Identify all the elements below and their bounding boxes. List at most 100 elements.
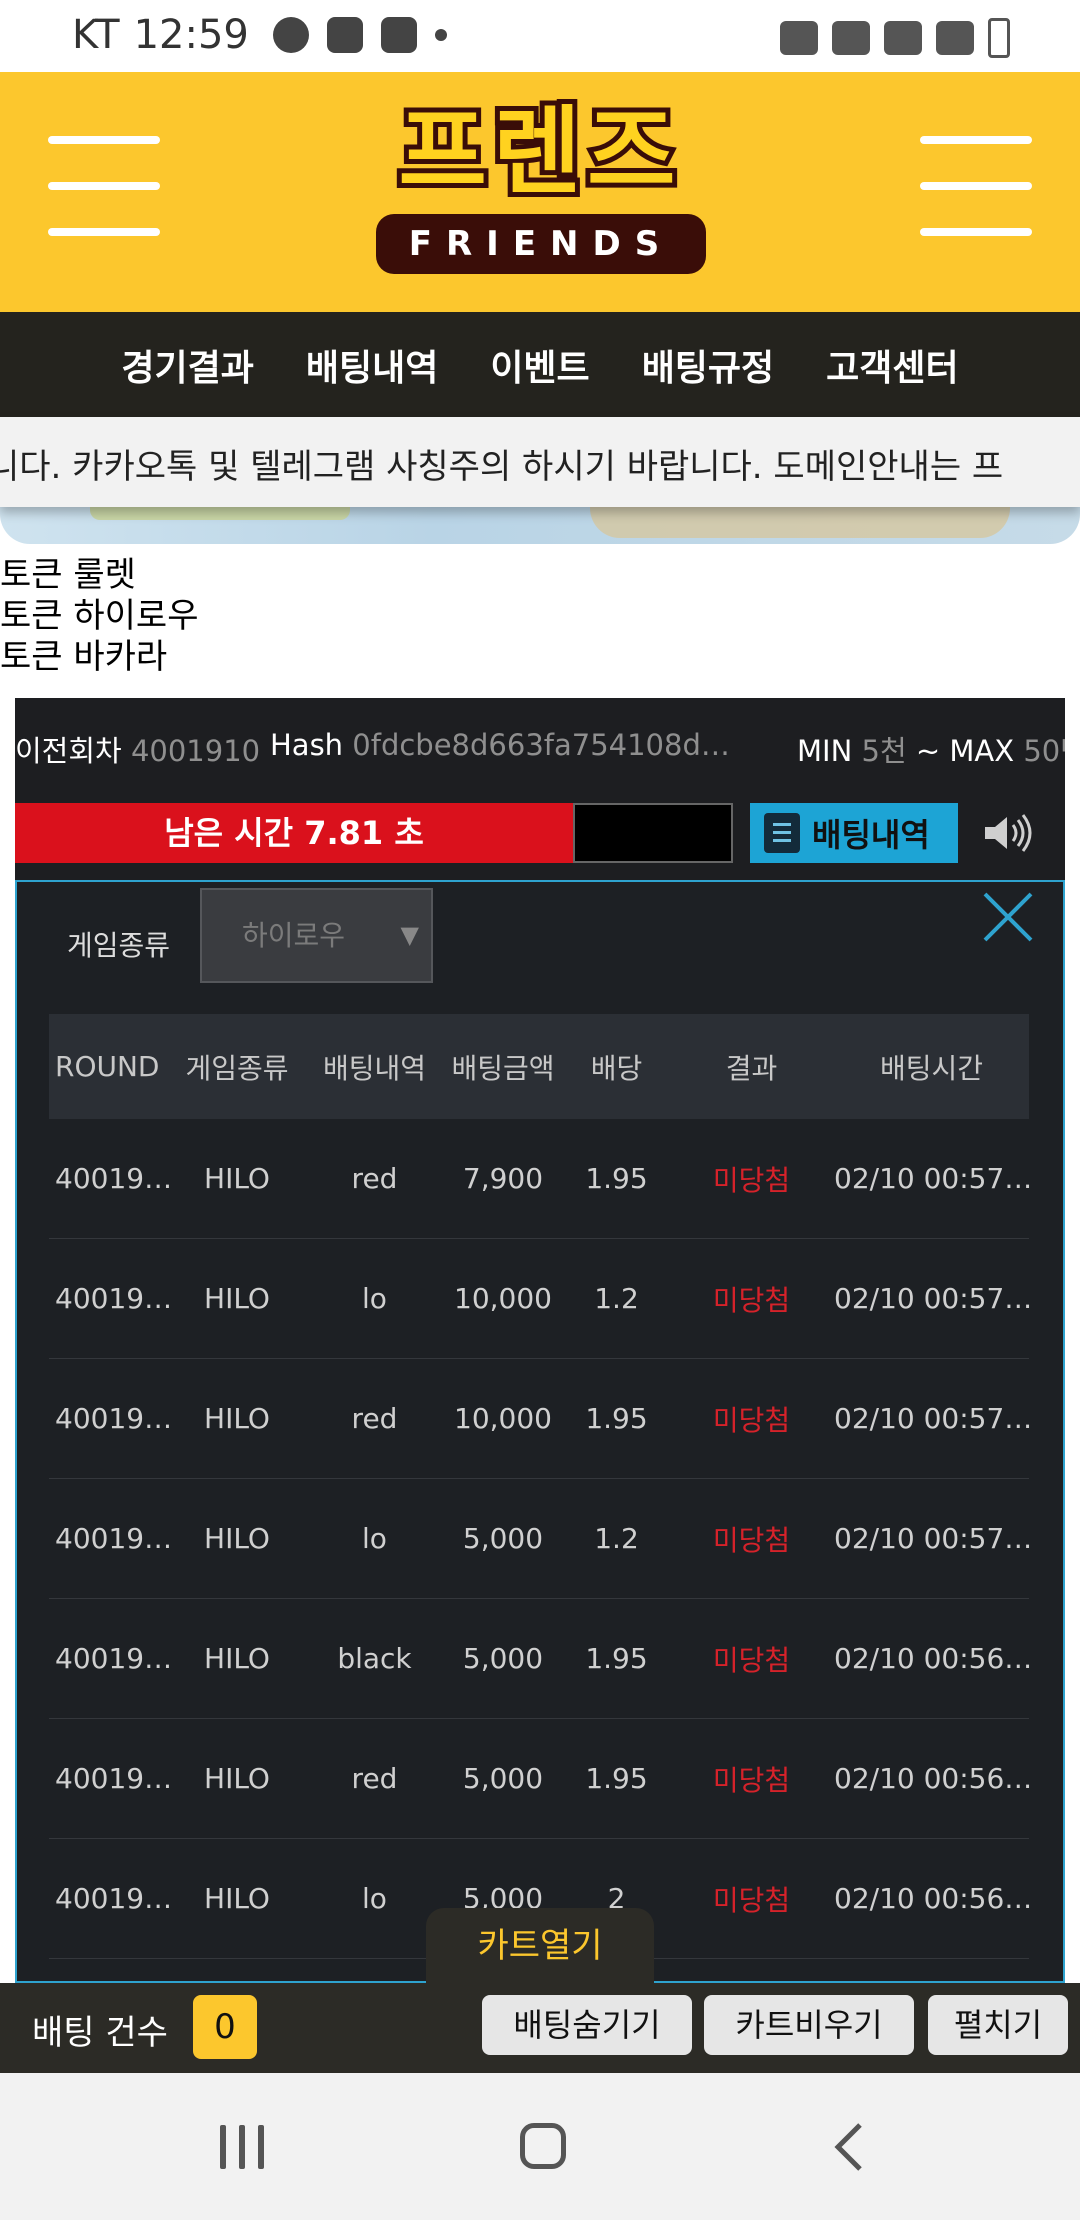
cell-odds: 1.95 [585,1642,648,1675]
logo-english: FRIENDS [376,214,706,274]
col-result: 결과 [725,1051,778,1085]
cell-bet-time: 02/10 00:56… [834,1642,1033,1675]
cell-bet-pick: lo [362,1282,387,1315]
nav-bet-rules[interactable]: 배팅규정 [642,339,774,391]
prev-round: 이전회차 4001910 [15,728,260,770]
cell-game-type: HILO [204,1402,270,1435]
site-logo[interactable]: 프렌즈 FRIENDS [358,91,722,277]
cell-odds: 1.95 [585,1402,648,1435]
mute-icon [780,21,818,55]
home-icon[interactable] [520,2123,566,2169]
signal-icon [936,21,974,55]
limit-separator: ~ [915,734,941,768]
max-label: MAX [949,734,1015,768]
cell-bet-pick: lo [362,1882,387,1915]
col-odds: 배당 [590,1051,643,1085]
timer-row: 남은 시간 7.81 초 배팅내역 [15,803,1065,863]
cell-round: 40019… [55,1162,173,1195]
hide-bets-button[interactable]: 배팅숨기기 [482,1995,692,2055]
cell-bet-amount: 7,900 [462,1162,544,1195]
nav-events[interactable]: 이벤트 [490,339,589,391]
cell-round: 40019… [55,1762,173,1795]
nav-bet-history[interactable]: 배팅내역 [306,339,438,391]
cell-odds: 1.95 [585,1762,648,1795]
left-menu-button[interactable] [48,136,160,236]
cell-game-type: HILO [204,1162,270,1195]
cell-result: 미당첨 [712,1763,791,1797]
max-value: 50만 [1023,734,1065,768]
clear-cart-button[interactable]: 카트비우기 [704,1995,914,2055]
expand-button[interactable]: 펼치기 [928,1995,1068,2055]
bet-history-button[interactable]: 배팅내역 [750,803,958,863]
cell-result: 미당첨 [712,1883,791,1917]
cell-game-type: HILO [204,1762,270,1795]
nav-customer-center[interactable]: 고객센터 [826,339,958,391]
timer-progress-track [573,803,733,863]
col-bet-amount: 배팅금액 [451,1051,555,1085]
clock: 12:59 [133,12,249,58]
bet-history-panel: 게임종류 하이로우 ▼ ROUND 게임종류 배팅내역 배팅금액 배당 결과 배… [15,880,1065,1983]
game-panel: 이전회차 4001910 Hash 0fdcbe8d663fa754108d2…… [15,698,1065,1983]
status-bar: KT 12:59 [0,0,1080,72]
prev-round-label: 이전회차 [15,734,122,768]
carrier: KT [72,12,120,58]
table-row: 40019… HILO lo 5,000 1.2 미당첨 02/10 00:57… [49,1479,1033,1599]
dropdown-arrow-icon: ▼ [400,921,419,949]
gallery-icon [326,17,363,53]
bet-count-label: 배팅 건수 [32,2013,168,2053]
bet-history-table: ROUND 게임종류 배팅내역 배팅금액 배당 결과 배팅시간 40019… HI… [49,1014,1033,1959]
col-bet-time: 배팅시간 [879,1051,984,1085]
bet-limits: MIN 5천 ~ MAX 50만 [797,728,1065,770]
remaining-time: 남은 시간 7.81 초 [15,803,573,863]
bet-slip-bar: 배팅 건수 0 배팅숨기기 카트비우기 펼치기 [0,1983,1080,2073]
cell-game-type: HILO [204,1282,270,1315]
nav-game-results[interactable]: 경기결과 [121,339,253,391]
speaker-icon[interactable] [983,813,1033,853]
cell-round: 40019… [55,1522,173,1555]
cell-result: 미당첨 [712,1283,791,1317]
link-token-hilo[interactable]: 토큰 하이로우 [0,596,199,637]
link-token-baccarat[interactable]: 토큰 바카라 [0,637,199,678]
table-body: 40019… HILO red 7,900 1.95 미당첨 02/10 00:57… 400… [49,1119,1033,1959]
table-header: ROUND 게임종류 배팅내역 배팅금액 배당 결과 배팅시간 [49,1014,1029,1119]
status-left: KT 12:59 [72,12,447,58]
round-info-row: 이전회차 4001910 Hash 0fdcbe8d663fa754108d2…… [15,728,1065,778]
recent-apps-icon[interactable] [220,2125,264,2169]
b-app-icon [380,17,417,53]
bet-history-button-label: 배팅내역 [812,816,930,854]
cell-game-type: HILO [204,1522,270,1555]
prev-round-value: 4001910 [130,734,261,768]
hd-icon [884,21,922,55]
min-label: MIN [797,734,853,768]
cell-bet-amount: 10,000 [454,1282,552,1315]
right-menu-button[interactable] [920,136,1032,236]
close-icon[interactable] [981,890,1035,944]
cell-bet-amount: 5,000 [462,1522,544,1555]
android-nav-bar [0,2073,1080,2220]
table-row: 40019… HILO black 5,000 1.95 미당첨 02/10 00:56… [49,1599,1033,1719]
list-icon [764,813,800,853]
cell-bet-time: 02/10 00:57… [834,1282,1033,1315]
cell-bet-amount: 10,000 [454,1402,552,1435]
cell-odds: 1.2 [594,1282,639,1315]
cell-game-type: HILO [204,1642,270,1675]
cart-open-button[interactable]: 카트열기 [426,1908,654,1984]
back-icon[interactable] [830,2121,866,2173]
cell-bet-time: 02/10 00:57… [834,1522,1033,1555]
wifi-icon [832,21,870,55]
cell-bet-time: 02/10 00:56… [834,1882,1033,1915]
hamburger-icon [920,136,1032,144]
hash: Hash 0fdcbe8d663fa754108d2… [270,728,734,762]
bet-count-badge: 0 [193,1995,257,2059]
ticker-text: 니다. 카카오톡 및 텔레그램 사칭주의 하시기 바랍니다. 도메인안내는 프 [0,447,1004,487]
cell-round: 40019… [55,1882,173,1915]
col-round: ROUND [55,1050,160,1083]
cell-bet-amount: 5,000 [462,1642,544,1675]
cell-odds: 1.95 [585,1162,648,1195]
game-links: 토큰 룰렛 토큰 하이로우 토큰 바카라 [0,555,199,678]
cell-bet-time: 02/10 00:56… [834,1762,1033,1795]
game-type-value: 하이로우 [242,919,346,952]
link-token-roulette[interactable]: 토큰 룰렛 [0,555,199,596]
cell-result: 미당첨 [712,1403,791,1437]
game-type-select[interactable]: 하이로우 ▼ [200,888,433,983]
